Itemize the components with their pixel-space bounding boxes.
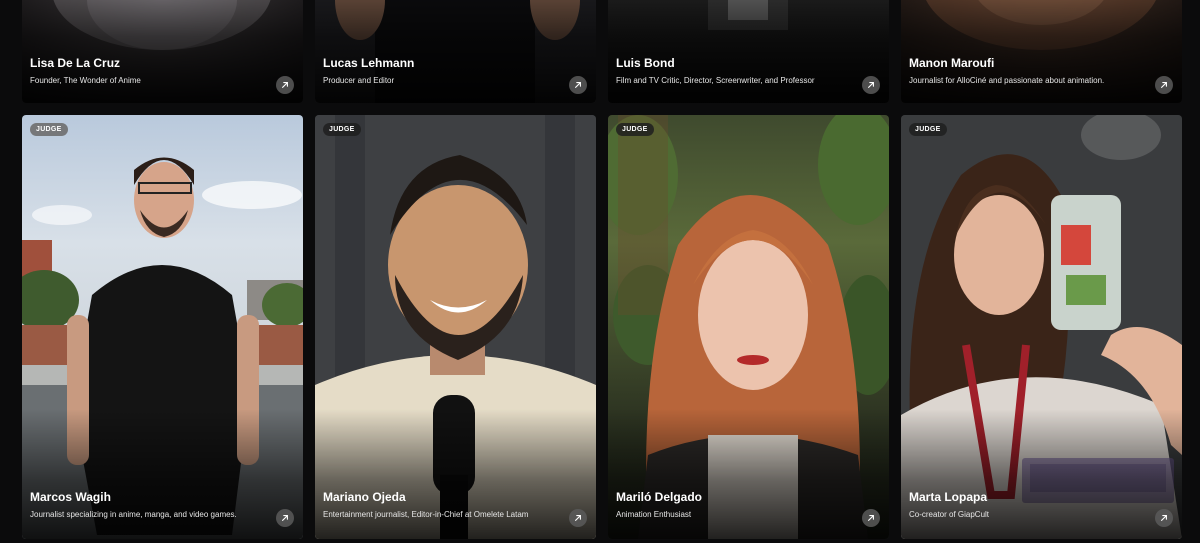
judges-row-bottom: JUDGE Marcos Wagih Journalist specializi…: [0, 115, 1200, 539]
judge-card-manon[interactable]: Manon Maroufi Journalist for AlloCiné an…: [901, 0, 1182, 103]
arrow-up-right-icon: [1161, 515, 1167, 521]
judge-role: Producer and Editor: [323, 76, 395, 85]
arrow-up-right-icon: [575, 515, 581, 521]
open-profile-button[interactable]: [862, 509, 880, 527]
open-profile-button[interactable]: [276, 76, 294, 94]
arrow-up-right-icon: [868, 82, 874, 88]
judge-role: Film and TV Critic, Director, Screenwrit…: [616, 76, 815, 85]
judge-role: Founder, The Wonder of Anime: [30, 76, 141, 85]
judge-role: Journalist specializing in anime, manga,…: [30, 510, 237, 519]
judge-name: Lisa De La Cruz: [30, 56, 121, 70]
judges-grid: Lisa De La Cruz Founder, The Wonder of A…: [0, 0, 1200, 543]
judge-role: Entertainment journalist, Editor-in-Chie…: [323, 510, 529, 519]
arrow-up-right-icon: [1161, 82, 1167, 88]
judge-name: Mariano Ojeda: [323, 490, 406, 504]
judges-row-top: Lisa De La Cruz Founder, The Wonder of A…: [0, 0, 1200, 103]
judge-name: Manon Maroufi: [909, 56, 995, 70]
open-profile-button[interactable]: [569, 76, 587, 94]
arrow-up-right-icon: [282, 82, 288, 88]
open-profile-button[interactable]: [862, 76, 880, 94]
judge-badge: JUDGE: [909, 123, 947, 136]
judge-badge: JUDGE: [323, 123, 361, 136]
arrow-up-right-icon: [282, 515, 288, 521]
judge-role: Journalist for AlloCiné and passionate a…: [909, 76, 1105, 85]
open-profile-button[interactable]: [1155, 509, 1173, 527]
judge-badge: JUDGE: [616, 123, 654, 136]
judge-card-marilo[interactable]: JUDGE Mariló Delgado Animation Enthusias…: [608, 115, 889, 539]
judge-name: Marcos Wagih: [30, 490, 111, 504]
arrow-up-right-icon: [575, 82, 581, 88]
judge-badge: JUDGE: [30, 123, 68, 136]
open-profile-button[interactable]: [276, 509, 294, 527]
judge-card-lisa[interactable]: Lisa De La Cruz Founder, The Wonder of A…: [22, 0, 303, 103]
arrow-up-right-icon: [868, 515, 874, 521]
judge-name: Marta Lopapa: [909, 490, 988, 504]
judge-card-lucas[interactable]: Lucas Lehmann Producer and Editor: [315, 0, 596, 103]
judge-card-luis[interactable]: Luis Bond Film and TV Critic, Director, …: [608, 0, 889, 103]
judge-card-mariano[interactable]: JUDGE Mariano Ojeda Entertainment journa…: [315, 115, 596, 539]
open-profile-button[interactable]: [1155, 76, 1173, 94]
open-profile-button[interactable]: [569, 509, 587, 527]
judge-card-marta[interactable]: JUDGE Marta Lopapa Co-creator of GiapCul…: [901, 115, 1182, 539]
judge-role: Co-creator of GiapCult: [909, 510, 990, 519]
judge-name: Mariló Delgado: [616, 490, 703, 504]
judge-card-marcos[interactable]: JUDGE Marcos Wagih Journalist specializi…: [22, 115, 303, 539]
judge-name: Luis Bond: [616, 56, 675, 70]
judge-name: Lucas Lehmann: [323, 56, 415, 70]
judge-role: Animation Enthusiast: [616, 510, 692, 519]
